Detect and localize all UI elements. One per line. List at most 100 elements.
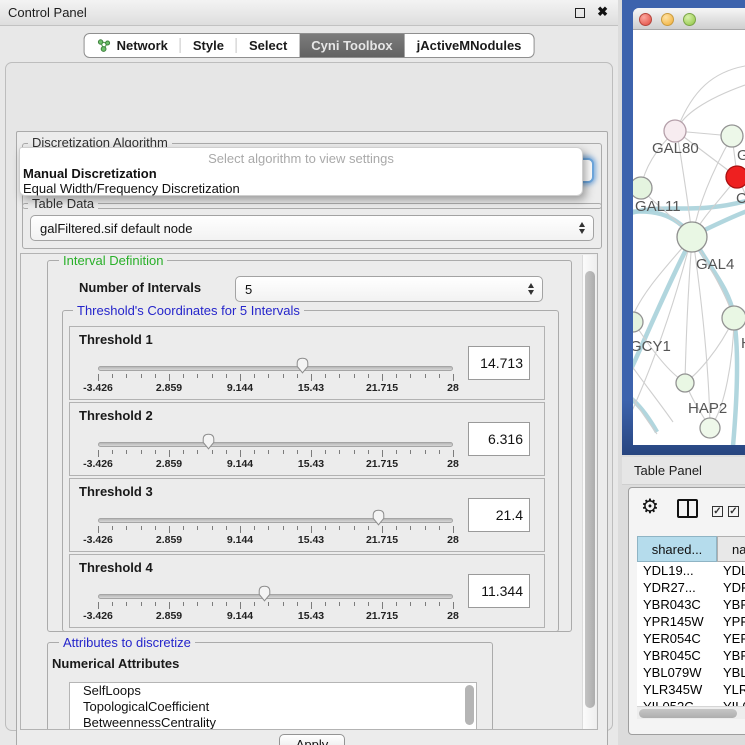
settings-scrollpane: Interval Definition Number of Intervals …: [20, 253, 598, 730]
slider-tick-label: 9.144: [227, 458, 253, 470]
screenshot-root: Control Panel ✖ Network Style SelectCyni T…: [0, 0, 745, 745]
columns-icon[interactable]: [677, 499, 698, 518]
network-node-label: HAP2: [688, 400, 727, 417]
scrollbar-thumb[interactable]: [639, 709, 737, 718]
table-row[interactable]: YLR345WYLR3: [637, 681, 745, 698]
cell-name: YBR0: [723, 596, 745, 613]
checkbox-icon[interactable]: ✓: [728, 506, 739, 517]
algorithm-option-equal-width[interactable]: Equal Width/Frequency Discretization: [23, 181, 240, 196]
tab-style[interactable]: Style: [181, 34, 236, 57]
threshold-value-field[interactable]: 6.316: [468, 422, 530, 456]
interval-definition-label: Interval Definition: [59, 253, 167, 268]
table-row[interactable]: YER054CYER0: [637, 630, 745, 647]
threshold-slider-thumb[interactable]: [257, 585, 272, 602]
combo-spinner-icon: [528, 283, 534, 295]
tab-select[interactable]: Select: [237, 34, 299, 57]
apply-button[interactable]: Apply: [279, 734, 345, 745]
slider-tick: [155, 374, 156, 378]
threshold-slider-thumb[interactable]: [295, 357, 310, 374]
algorithm-option-manual[interactable]: Manual Discretization: [23, 166, 157, 181]
table-row[interactable]: YPR145WYPR1: [637, 613, 745, 630]
column-header-shared-name[interactable]: shared...: [637, 536, 717, 562]
tab-label: jActiveMNodules: [417, 38, 522, 53]
table-panel: ⚙ ✓ ✓ shared... na YDL19...YDL1YDR27...Y…: [628, 487, 745, 735]
network-node[interactable]: [633, 177, 652, 199]
table-row[interactable]: YBR045CYBR0: [637, 647, 745, 664]
slider-tick: [311, 602, 312, 609]
table-data-combobox[interactable]: galFiltered.sif default node: [30, 215, 594, 241]
network-node[interactable]: [677, 222, 707, 252]
slider-tick: [240, 526, 241, 533]
threshold-value-field[interactable]: 14.713: [468, 346, 530, 380]
attribute-item[interactable]: BetweennessCentrality: [70, 715, 476, 730]
thresholds-group-label: Threshold's Coordinates for 5 Intervals: [73, 303, 304, 318]
slider-tick: [98, 602, 99, 609]
threshold-label: Threshold 2: [79, 408, 153, 423]
attributes-list-scrollbar[interactable]: [465, 685, 474, 725]
tab-jactivemnodules[interactable]: jActiveMNodules: [405, 34, 534, 57]
slider-tick: [240, 450, 241, 457]
slider-tick: [112, 602, 113, 606]
number-of-intervals-value: 5: [245, 282, 252, 297]
slider-tick: [396, 602, 397, 606]
zoom-traffic-light-icon[interactable]: [683, 13, 696, 26]
slider-tick-label: -3.426: [83, 610, 113, 622]
column-header-name[interactable]: na: [717, 536, 745, 562]
attribute-item[interactable]: SelfLoops: [70, 683, 476, 699]
table-row[interactable]: YDL19...YDL1: [637, 562, 745, 579]
slider-tick: [212, 602, 213, 606]
network-node[interactable]: [726, 166, 745, 188]
scrollbar-thumb[interactable]: [585, 271, 595, 708]
float-window-icon[interactable]: [575, 8, 585, 18]
tab-cyni-toolbox[interactable]: Cyni Toolbox: [299, 34, 404, 57]
table-row[interactable]: YBL079WYBL0: [637, 664, 745, 681]
tab-network[interactable]: Network: [85, 34, 180, 57]
threshold-slider-track[interactable]: [98, 518, 453, 523]
network-node[interactable]: [700, 418, 720, 438]
attribute-item[interactable]: TopologicalCoefficient: [70, 699, 476, 715]
algorithm-hint-item: Select algorithm to view settings: [20, 151, 582, 166]
network-node[interactable]: [664, 120, 686, 142]
slider-tick: [325, 450, 326, 454]
slider-tick: [155, 450, 156, 454]
number-of-intervals-combobox[interactable]: 5: [235, 276, 543, 302]
checkbox-icon[interactable]: ✓: [712, 506, 723, 517]
slider-tick: [425, 602, 426, 606]
threshold-value-field[interactable]: 11.344: [468, 574, 530, 608]
network-node[interactable]: [633, 312, 643, 332]
slider-tick: [254, 374, 255, 378]
control-panel-titlebar: Control Panel ✖: [0, 0, 618, 26]
network-node[interactable]: [676, 374, 694, 392]
settings-vertical-scrollbar[interactable]: [582, 255, 596, 730]
threshold-value-field[interactable]: 21.4: [468, 498, 530, 532]
slider-tick: [396, 450, 397, 454]
slider-tick-label: 21.715: [366, 534, 398, 546]
table-data-value: galFiltered.sif default node: [40, 221, 192, 236]
slider-tick-label: 28: [447, 382, 459, 394]
tab-label: Style: [193, 38, 224, 53]
minimize-traffic-light-icon[interactable]: [661, 13, 674, 26]
threshold-slider-thumb[interactable]: [371, 509, 386, 526]
cell-name: YPR1: [723, 613, 745, 630]
threshold-slider-track[interactable]: [98, 366, 453, 371]
slider-tick: [297, 526, 298, 530]
table-row[interactable]: YBR043CYBR0: [637, 596, 745, 613]
gear-icon[interactable]: ⚙: [641, 497, 659, 517]
table-horizontal-scrollbar[interactable]: [637, 706, 745, 719]
slider-tick-label: 15.43: [298, 382, 324, 394]
numerical-attributes-list[interactable]: SelfLoopsTopologicalCoefficientBetweenne…: [69, 682, 477, 730]
table-row[interactable]: YDR27...YDR2: [637, 579, 745, 596]
threshold-slider-thumb[interactable]: [201, 433, 216, 450]
threshold-slider-track[interactable]: [98, 594, 453, 599]
network-node[interactable]: [721, 125, 743, 147]
close-icon[interactable]: ✖: [597, 4, 608, 20]
network-canvas[interactable]: GAL80GACGAL11GAL4GCY1HHAP2: [633, 30, 745, 445]
slider-tick: [98, 374, 99, 381]
close-traffic-light-icon[interactable]: [639, 13, 652, 26]
slider-tick: [339, 374, 340, 378]
network-node[interactable]: [722, 306, 745, 330]
slider-tick: [254, 450, 255, 454]
threshold-slider-track[interactable]: [98, 442, 453, 447]
slider-tick: [126, 450, 127, 454]
network-window: GAL80GACGAL11GAL4GCY1HHAP2: [633, 8, 745, 445]
